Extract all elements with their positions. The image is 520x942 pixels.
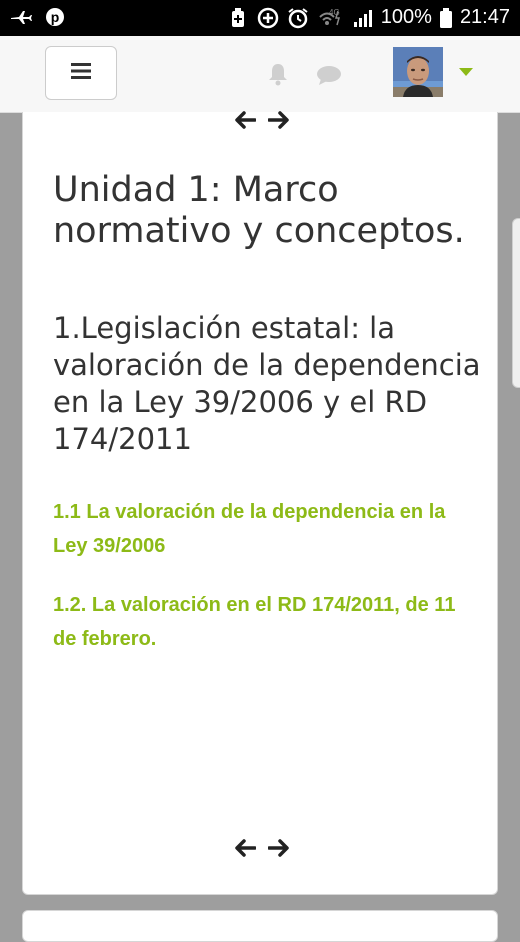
status-bar: p 4G 100% 21:47: [0, 0, 520, 36]
link-section-1-2[interactable]: 1.2. La valoración en el RD 174/2011, de…: [53, 588, 473, 656]
bell-icon[interactable]: [266, 62, 290, 91]
app-bar: [0, 36, 520, 113]
wifi-icon: 4G: [317, 7, 343, 29]
battery-percent: 100%: [380, 6, 432, 28]
airplane-icon: [10, 6, 32, 28]
next-card: [22, 910, 498, 942]
pinterest-icon: p: [44, 6, 66, 28]
battery-saver-icon: [227, 7, 249, 29]
hamburger-menu-icon: [71, 62, 91, 84]
page-title: Unidad 1: Marco normativo y conceptos.: [53, 170, 465, 251]
data-saver-icon: [257, 7, 279, 29]
arrow-right-icon[interactable]: [267, 836, 291, 860]
top-navigation: [233, 108, 291, 132]
signal-icon: [351, 7, 373, 29]
caret-down-icon[interactable]: [459, 68, 473, 76]
arrow-right-icon[interactable]: [267, 108, 291, 132]
battery-icon: [439, 7, 452, 29]
section-subtitle: 1.Legislación estatal: la valoración de …: [53, 311, 481, 456]
alarm-icon: [287, 7, 309, 29]
clock: 21:47: [459, 6, 510, 28]
content-card: Unidad 1: Marco normativo y conceptos. 1…: [22, 111, 498, 895]
link-section-1-1[interactable]: 1.1 La valoración de la dependencia en l…: [53, 495, 473, 563]
svg-text:p: p: [51, 9, 60, 25]
chat-bubble-icon[interactable]: [316, 64, 342, 91]
arrow-left-icon[interactable]: [233, 836, 257, 860]
bottom-navigation: [233, 836, 291, 860]
menu-button[interactable]: [45, 46, 117, 100]
avatar[interactable]: [393, 47, 443, 97]
side-scroll-handle[interactable]: [512, 218, 520, 388]
arrow-left-icon[interactable]: [233, 108, 257, 132]
